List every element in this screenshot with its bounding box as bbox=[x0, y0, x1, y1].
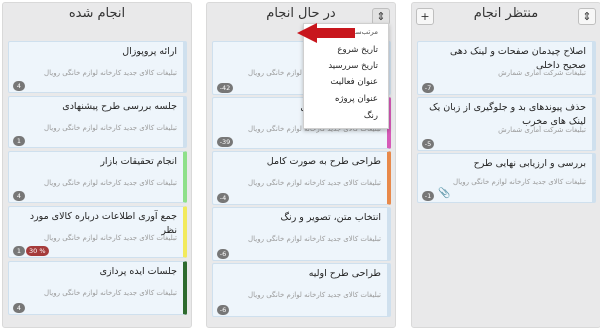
card-title: ارائه پروپوزال bbox=[122, 46, 177, 57]
days-badge: 4 bbox=[13, 81, 25, 91]
pointer-arrow-icon bbox=[297, 23, 355, 43]
sort-by-project-title[interactable]: عنوان پروژه bbox=[335, 94, 378, 104]
sort-button[interactable]: ⇕ bbox=[578, 8, 596, 25]
column-title: در حال انجام bbox=[266, 6, 336, 21]
task-card[interactable]: بررسی و ارزیابی نهایی طرح تبلیغات کالای … bbox=[417, 153, 596, 203]
card-title: حذف پیوندهای بد و جلوگیری از زبان یک لین… bbox=[429, 102, 586, 127]
days-badge: 1 bbox=[13, 246, 25, 256]
card-title: انجام تحقیقات بازار bbox=[100, 156, 177, 167]
days-badge: -42 bbox=[217, 83, 233, 93]
days-badge: -7 bbox=[422, 83, 434, 93]
pointer-arrow-shape bbox=[297, 23, 355, 43]
days-badge: 1 bbox=[13, 136, 25, 146]
card-title: انتخاب متن، تصویر و رنگ bbox=[280, 212, 381, 223]
progress-badge: 30 % bbox=[26, 246, 49, 256]
task-card[interactable]: طراحی طرح اولیه تبلیغات کالای جدید کارخا… bbox=[212, 263, 391, 317]
days-badge: -6 bbox=[217, 249, 229, 259]
task-card[interactable]: انتخاب متن، تصویر و رنگ تبلیغات کالای جد… bbox=[212, 207, 391, 261]
column-title: منتظر انجام bbox=[473, 6, 539, 21]
card-project: تبلیغات کالای جدید کارخانه لوازم خانگی ر… bbox=[44, 289, 177, 297]
column-todo: + منتظر انجام ⇕ اصلاح چیدمان صفحات و لین… bbox=[411, 2, 600, 328]
card-project: تبلیغات کالای جدید کارخانه لوازم خانگی ر… bbox=[44, 234, 177, 242]
days-badge: -39 bbox=[217, 137, 233, 147]
task-card[interactable]: ارائه پروپوزال تبلیغات کالای جدید کارخان… bbox=[8, 41, 187, 93]
column-done: انجام شده ارائه پروپوزال تبلیغات کالای ج… bbox=[2, 2, 192, 328]
days-badge: -5 bbox=[422, 139, 434, 149]
card-title: بررسی و ارزیابی نهایی طرح bbox=[473, 158, 586, 169]
card-title: طراحی طرح به صورت کامل bbox=[266, 156, 381, 167]
sort-by-due-date[interactable]: تاریخ سررسید bbox=[328, 61, 378, 71]
task-card[interactable]: حذف پیوندهای بد و جلوگیری از زبان یک لین… bbox=[417, 97, 596, 151]
card-project: تبلیغات کالای جدید کارخانه لوازم خانگی ر… bbox=[248, 179, 381, 187]
card-project: تبلیغات کالای جدید کارخانه لوازم خانگی ر… bbox=[44, 69, 177, 77]
card-project: تبلیغات کالای جدید کارخانه لوازم خانگی ر… bbox=[44, 124, 177, 132]
card-project: تبلیغات شرکت آماری شمارش bbox=[498, 126, 586, 134]
days-badge: -1 bbox=[422, 191, 434, 201]
sort-by-start-date[interactable]: تاریخ شروع bbox=[337, 45, 378, 55]
card-project: تبلیغات کالای جدید کارخانه لوازم خانگی ر… bbox=[248, 235, 381, 243]
days-badge: -4 bbox=[217, 193, 229, 203]
task-card[interactable]: جلسه بررسی طرح پیشنهادی تبلیغات کالای جد… bbox=[8, 96, 187, 148]
days-badge: 4 bbox=[13, 191, 25, 201]
card-title: طراحی طرح اولیه bbox=[308, 268, 381, 279]
column-title: انجام شده bbox=[68, 6, 126, 21]
task-card[interactable]: اصلاح چیدمان صفحات و لینک دهی صحیح داخلی… bbox=[417, 41, 596, 95]
days-badge: -6 bbox=[217, 305, 229, 315]
task-card[interactable]: جمع آوری اطلاعات درباره کالای مورد نظر ت… bbox=[8, 206, 187, 258]
card-title: جلسه بررسی طرح پیشنهادی bbox=[62, 101, 177, 112]
task-card[interactable]: انجام تحقیقات بازار تبلیغات کالای جدید ک… bbox=[8, 151, 187, 203]
task-card[interactable]: طراحی طرح به صورت کامل تبلیغات کالای جدی… bbox=[212, 151, 391, 205]
card-project: تبلیغات شرکت آماری شمارش bbox=[498, 69, 586, 77]
attachment-icon: 📎 bbox=[438, 188, 451, 199]
sort-by-activity-title[interactable]: عنوان فعالیت bbox=[330, 77, 378, 87]
days-badge: 4 bbox=[13, 303, 25, 313]
card-project: تبلیغات کالای جدید کارخانه لوازم خانگی ر… bbox=[248, 291, 381, 299]
card-title: جلسات ایده پردازی bbox=[99, 266, 177, 277]
card-project: تبلیغات کالای جدید کارخانه لوازم خانگی ر… bbox=[44, 179, 177, 187]
card-project: تبلیغات کالای جدید کارخانه لوازم خانگی ر… bbox=[453, 178, 586, 186]
task-card[interactable]: جلسات ایده پردازی تبلیغات کالای جدید کار… bbox=[8, 261, 187, 315]
sort-by-color[interactable]: رنگ bbox=[364, 111, 378, 121]
